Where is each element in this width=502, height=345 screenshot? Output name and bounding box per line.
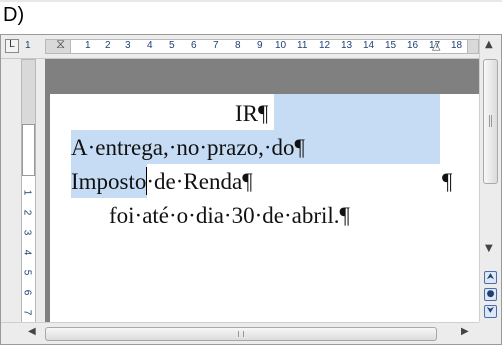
ruler-number: 1 xyxy=(25,40,31,51)
doc-line-title[interactable]: IR¶ xyxy=(235,102,268,125)
scroll-left-arrow-icon[interactable]: ◀ xyxy=(28,326,36,337)
writer-window: L 1 ⧖ 1 2 3 4 5 6 7 8 9 10 11 12 13 14 1… xyxy=(0,34,502,345)
next-page-icon[interactable]: ⮟ xyxy=(484,305,497,318)
ruler-number: 13 xyxy=(341,40,353,51)
vertical-margin-marker[interactable] xyxy=(22,124,35,176)
vruler-number: 5 xyxy=(21,269,33,276)
grip-icon xyxy=(489,115,492,127)
ruler-right-margin xyxy=(467,39,479,54)
vruler-number: 2 xyxy=(21,209,33,216)
vruler-number: 4 xyxy=(21,249,33,256)
scroll-up-arrow-icon[interactable]: ▲ xyxy=(485,39,493,50)
ruler-number: 7 xyxy=(213,40,219,51)
hourglass-indent-icon[interactable]: ⧖ xyxy=(56,37,65,52)
right-indent-icon[interactable]: △ xyxy=(432,39,440,52)
ruler-number: 12 xyxy=(319,40,331,51)
navigate-object-icon[interactable]: ● xyxy=(484,288,497,301)
doc-line-2[interactable]: A·entrega,·no·prazo,·do¶ xyxy=(71,136,305,159)
ruler-number: 14 xyxy=(363,40,375,51)
ruler-number: 5 xyxy=(169,40,175,51)
document-page[interactable]: IR¶ A·entrega,·no·prazo,·do¶ Imposto·de·… xyxy=(50,94,479,322)
vertical-scrollbar[interactable]: ▲ ▼ ⮝ ● ⮟ xyxy=(479,35,501,322)
previous-page-icon[interactable]: ⮝ xyxy=(484,271,497,284)
vertical-scroll-thumb[interactable] xyxy=(483,59,498,184)
horizontal-scrollbar[interactable]: ◀ ▶ xyxy=(1,322,479,344)
ruler-number: 2 xyxy=(105,40,111,51)
ruler-number: 16 xyxy=(407,40,419,51)
selected-text: Impos xyxy=(71,169,129,194)
doc-line-3[interactable]: Imposto·de·Renda¶ xyxy=(71,170,253,193)
vertical-ruler-top-margin xyxy=(21,59,36,129)
ruler-number: 10 xyxy=(275,40,287,51)
ruler-number: 11 xyxy=(297,40,308,51)
horizontal-scroll-thumb[interactable] xyxy=(45,327,437,341)
doc-line-4[interactable]: foi·até·o·dia·30·de·abril.¶ xyxy=(109,204,350,227)
vruler-number: 1 xyxy=(21,189,33,196)
option-label: D) xyxy=(3,4,25,26)
top-rule xyxy=(0,0,502,2)
ruler-number: 1 xyxy=(85,40,91,51)
ruler-number: 3 xyxy=(125,40,131,51)
vruler-number: 3 xyxy=(21,229,33,236)
scroll-down-arrow-icon[interactable]: ▼ xyxy=(485,243,493,254)
empty-paragraph-mark: ¶ xyxy=(442,169,453,194)
document-area: IR¶ A·entrega,·no·prazo,·do¶ Imposto·de·… xyxy=(45,59,479,322)
ruler-number: 4 xyxy=(147,40,153,51)
ruler-number: 15 xyxy=(385,40,397,51)
ruler-number: 6 xyxy=(191,40,197,51)
ruler-number: 9 xyxy=(257,40,263,51)
ruler-number: 8 xyxy=(235,40,241,51)
horizontal-ruler[interactable]: L 1 ⧖ 1 2 3 4 5 6 7 8 9 10 11 12 13 14 1… xyxy=(1,35,479,59)
ruler-number: 18 xyxy=(451,40,463,51)
vruler-number: 6 xyxy=(21,289,33,296)
left-tab-icon[interactable]: L xyxy=(5,39,19,53)
text-selection xyxy=(274,94,440,130)
vertical-ruler[interactable]: 1 2 3 4 5 6 7 8 xyxy=(1,59,45,333)
vruler-number: 7 xyxy=(21,309,33,316)
grip-icon xyxy=(238,331,244,337)
scroll-right-arrow-icon[interactable]: ▶ xyxy=(461,326,469,337)
